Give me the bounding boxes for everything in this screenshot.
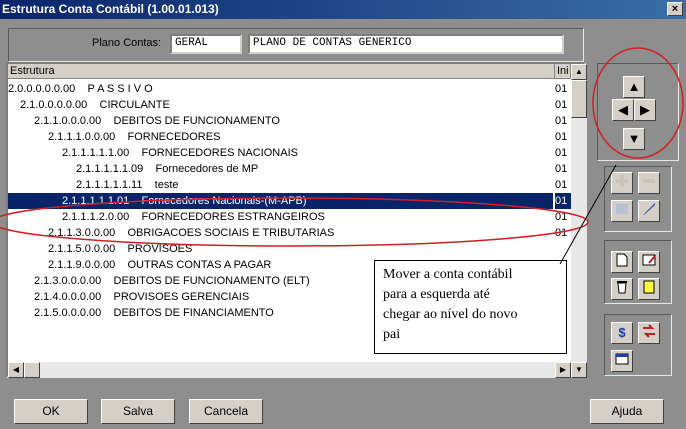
annotation-callout: Mover a conta contábil para a esquerda a… bbox=[374, 260, 567, 354]
tree-row[interactable]: 2.1.1.1.1.1.09 Fornecedores de MP 01 bbox=[8, 161, 571, 177]
row-account: 2.1.1.1.1.1.01 Fornecedores Nacionais-(M… bbox=[8, 193, 553, 209]
window-icon[interactable] bbox=[611, 350, 633, 372]
edit-document-icon[interactable] bbox=[638, 251, 660, 273]
scroll-down-icon[interactable]: ▼ bbox=[571, 362, 587, 378]
vertical-scrollbar[interactable]: ▲ bbox=[571, 64, 587, 364]
save-button[interactable]: Salva bbox=[101, 399, 175, 424]
tree-row[interactable]: 2.1.0.0.0.0.00 CIRCULANTE 01 bbox=[8, 97, 571, 113]
row-ini: 01 bbox=[555, 83, 568, 95]
row-ini: 01 bbox=[555, 99, 568, 111]
plano-code-field[interactable]: GERAL bbox=[170, 34, 242, 54]
row-ini: 01 bbox=[555, 115, 568, 127]
row-account: 2.1.1.5.0.0.00 PROVISOES bbox=[48, 243, 193, 255]
row-account: 2.1.1.0.0.0.00 DEBITOS DE FUNCIONAMENTO bbox=[34, 115, 280, 127]
row-account: 2.1.1.3.0.0.00 OBRIGACOES SOCIAIS E TRIB… bbox=[48, 227, 335, 239]
tree-row[interactable]: 2.1.1.1.1.1.00 FORNECEDORES NACIONAIS 01 bbox=[8, 145, 571, 161]
tree-row[interactable]: 2.0.0.0.0.0.00 P A S S I V O 01 bbox=[8, 81, 571, 97]
swap-icon[interactable] bbox=[638, 322, 660, 344]
remove-icon[interactable] bbox=[638, 172, 660, 194]
tree-row-selected[interactable]: 2.1.1.1.1.1.01 Fornecedores Nacionais-(M… bbox=[8, 193, 571, 209]
horizontal-scrollbar[interactable]: ◀ ▶ bbox=[8, 362, 571, 378]
ok-button[interactable]: OK bbox=[14, 399, 88, 424]
scroll-left-icon[interactable]: ◀ bbox=[8, 362, 24, 378]
scroll-up-icon[interactable]: ▲ bbox=[571, 64, 587, 80]
move-right-button[interactable]: ▶ bbox=[634, 99, 656, 121]
move-up-button[interactable]: ▲ bbox=[623, 76, 645, 98]
plano-name-field[interactable]: PLANO DE CONTAS GENERICO bbox=[248, 34, 564, 54]
new-document-icon[interactable] bbox=[611, 251, 633, 273]
trash-icon[interactable] bbox=[611, 278, 633, 300]
row-account: 2.0.0.0.0.0.00 P A S S I V O bbox=[8, 83, 153, 95]
help-button[interactable]: Ajuda bbox=[590, 399, 664, 424]
row-ini: 01 bbox=[555, 131, 568, 143]
row-account: 2.1.1.1.0.0.00 FORNECEDORES bbox=[48, 131, 221, 143]
column-header-ini[interactable]: Ini bbox=[555, 64, 571, 79]
move-down-button[interactable]: ▼ bbox=[623, 128, 645, 150]
notepad-icon[interactable] bbox=[638, 278, 660, 300]
close-button[interactable]: × bbox=[667, 2, 683, 16]
row-ini: 01 bbox=[555, 179, 568, 191]
row-ini: 01 bbox=[555, 211, 568, 223]
filter-icon[interactable] bbox=[638, 200, 660, 222]
row-ini: 01 bbox=[555, 227, 568, 239]
column-header-estrutura[interactable]: Estrutura bbox=[8, 64, 555, 79]
row-ini: 01 bbox=[555, 163, 568, 175]
cancel-button[interactable]: Cancela bbox=[189, 399, 263, 424]
tree-row[interactable]: 2.1.1.0.0.0.00 DEBITOS DE FUNCIONAMENTO 0… bbox=[8, 113, 571, 129]
row-account: 2.1.1.1.1.1.11 teste bbox=[76, 179, 179, 191]
row-account: 2.1.1.1.1.1.09 Fornecedores de MP bbox=[76, 163, 259, 175]
tree-row[interactable]: 2.1.1.1.2.0.00 FORNECEDORES ESTRANGEIROS… bbox=[8, 209, 571, 225]
row-ini: 01 bbox=[555, 147, 568, 159]
plano-label: Plano Contas: bbox=[92, 37, 162, 49]
tree-row[interactable]: 2.1.1.1.0.0.00 FORNECEDORES 01 bbox=[8, 129, 571, 145]
row-account: 2.1.1.1.1.1.00 FORNECEDORES NACIONAIS bbox=[62, 147, 298, 159]
tree-row[interactable]: 2.1.1.1.1.1.11 teste 01 bbox=[8, 177, 571, 193]
scroll-right-icon[interactable]: ▶ bbox=[555, 362, 571, 378]
window-title: Estrutura Conta Contábil (1.00.01.013) bbox=[0, 0, 686, 19]
row-account: 2.1.0.0.0.0.00 CIRCULANTE bbox=[20, 99, 170, 111]
dollar-icon[interactable]: $ bbox=[611, 322, 633, 344]
hscroll-thumb[interactable] bbox=[24, 362, 40, 378]
add-icon[interactable] bbox=[611, 172, 633, 194]
scroll-thumb[interactable] bbox=[571, 80, 587, 118]
row-ini: 01 bbox=[555, 193, 571, 209]
tree-row[interactable]: 2.1.1.3.0.0.00 OBRIGACOES SOCIAIS E TRIB… bbox=[8, 225, 571, 241]
grid-icon[interactable] bbox=[611, 200, 633, 222]
row-account: 2.1.1.1.2.0.00 FORNECEDORES ESTRANGEIROS bbox=[62, 211, 325, 223]
move-left-button[interactable]: ◀ bbox=[612, 99, 634, 121]
tree-row[interactable]: 2.1.1.5.0.0.00 PROVISOES bbox=[8, 241, 571, 257]
